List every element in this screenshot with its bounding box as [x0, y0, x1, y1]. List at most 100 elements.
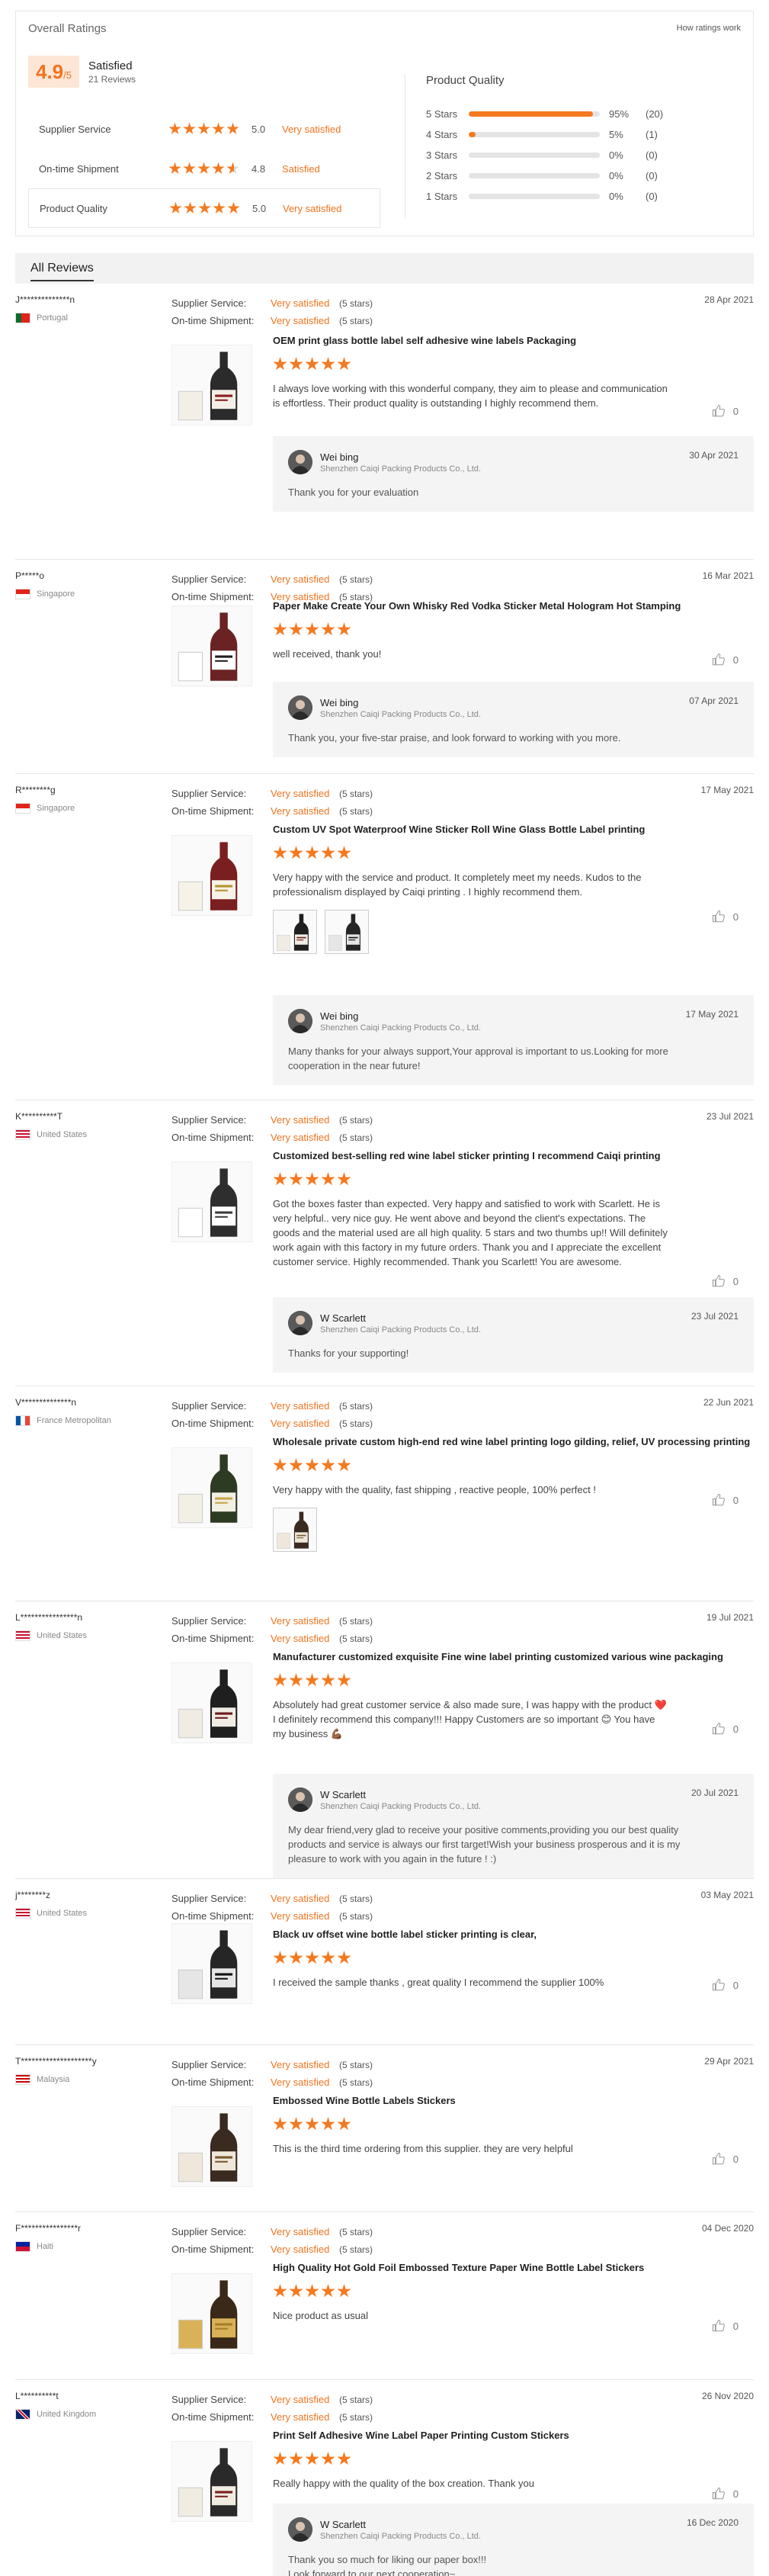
- supplier-reply: Wei bing Shenzhen Caiqi Packing Products …: [273, 682, 754, 757]
- rating-summary: 4.9/5 Satisfied 21 Reviews: [28, 56, 136, 88]
- reviewer-name: J**************n: [15, 294, 75, 305]
- supplier-service-label: Supplier Service:: [171, 1114, 247, 1126]
- product-image[interactable]: [171, 2441, 252, 2522]
- star-icon: [273, 2284, 287, 2298]
- product-image[interactable]: [171, 2106, 252, 2187]
- product-image[interactable]: [171, 1662, 252, 1743]
- flag-icon: [15, 2409, 30, 2420]
- distribution-bar-fill: [469, 111, 594, 117]
- star-icon: [289, 1951, 303, 1964]
- product-title-link[interactable]: Embossed Wine Bottle Labels Stickers: [273, 2094, 754, 2108]
- like-button[interactable]: 0: [712, 910, 739, 923]
- like-button[interactable]: 0: [712, 2319, 739, 2333]
- product-title-link[interactable]: Black uv offset wine bottle label sticke…: [273, 1928, 754, 1942]
- star-icon: [198, 201, 211, 214]
- country-name: Singapore: [37, 804, 75, 813]
- product-title-link[interactable]: Print Self Adhesive Wine Label Paper Pri…: [273, 2429, 754, 2443]
- on-time-shipment-value: Very satisfied: [271, 805, 330, 817]
- like-button[interactable]: 0: [712, 1493, 739, 1507]
- meta-row-supplier-service: Supplier Service: Very satisfied (5 stars): [171, 1612, 373, 1630]
- on-time-shipment-label: On-time Shipment:: [171, 1132, 255, 1143]
- reviewer-info: T********************y Malaysia: [15, 2056, 168, 2085]
- meta-row-on-time-shipment: On-time Shipment: Very satisfied (5 stars): [171, 2240, 373, 2258]
- meta-row-on-time-shipment: On-time Shipment: Very satisfied (5 stars): [171, 2073, 373, 2091]
- distribution-label: 1 Stars: [426, 191, 458, 202]
- how-ratings-work-link[interactable]: How ratings work: [677, 24, 741, 33]
- product-title-link[interactable]: Manufacturer customized exquisite Fine w…: [273, 1650, 754, 1664]
- thumbs-up-icon: [712, 404, 726, 418]
- star-icon: [305, 2284, 319, 2298]
- like-button[interactable]: 0: [712, 1274, 739, 1288]
- distribution-label: 3 Stars: [426, 149, 458, 161]
- like-button[interactable]: 0: [712, 1978, 739, 1992]
- reply-company: Shenzhen Caiqi Packing Products Co., Ltd…: [320, 1801, 481, 1811]
- country-name: Portugal: [37, 313, 68, 323]
- review-photo-thumbnail[interactable]: [273, 1508, 317, 1552]
- on-time-shipment-label: On-time Shipment:: [171, 2411, 255, 2423]
- star-icon: [337, 1458, 351, 1472]
- review-photo-thumbnail[interactable]: [325, 910, 369, 954]
- product-image[interactable]: [171, 605, 252, 686]
- reviewer-name: T********************y: [15, 2056, 97, 2067]
- star-icon: [337, 846, 351, 859]
- sub-rating-product-quality[interactable]: Product Quality 5.0 Very satisfied: [28, 188, 380, 228]
- thumbs-up-icon: [712, 653, 726, 666]
- like-button[interactable]: 0: [712, 2152, 739, 2166]
- thumbs-up-icon: [712, 2487, 726, 2501]
- review-date: 17 May 2021: [700, 785, 754, 795]
- distribution-count: (20): [646, 108, 664, 120]
- star-icon: [273, 1951, 287, 1964]
- supplier-service-stars-note: (5 stars): [339, 1114, 373, 1126]
- product-title-link[interactable]: Paper Make Create Your Own Whisky Red Vo…: [273, 599, 754, 613]
- on-time-shipment-stars-note: (5 stars): [339, 805, 373, 817]
- product-image[interactable]: [171, 1923, 252, 2004]
- review-meta: Supplier Service: Very satisfied (5 stars)…: [171, 294, 373, 329]
- reply-company: Shenzhen Caiqi Packing Products Co., Ltd…: [320, 1023, 481, 1033]
- review-text: I always love working with this wonderfu…: [273, 383, 668, 409]
- supplier-service-stars-note: (5 stars): [339, 2394, 373, 2405]
- like-count: 0: [732, 2153, 739, 2165]
- review-text: Absolutely had great customer service & …: [273, 1699, 667, 1739]
- supplier-service-label: Supplier Service:: [171, 1615, 247, 1627]
- product-image[interactable]: [171, 835, 252, 916]
- distribution-label: 2 Stars: [426, 170, 458, 181]
- product-image[interactable]: [171, 2273, 252, 2354]
- product-title-link[interactable]: High Quality Hot Gold Foil Embossed Text…: [273, 2261, 754, 2275]
- review-photo-thumbnail[interactable]: [273, 910, 317, 954]
- supplier-reply: W Scarlett Shenzhen Caiqi Packing Product…: [273, 2504, 754, 2576]
- product-title-link[interactable]: Customized best-selling red wine label s…: [273, 1149, 754, 1163]
- country-name: Singapore: [37, 589, 75, 599]
- product-title-link[interactable]: OEM print glass bottle label self adhesi…: [273, 334, 754, 348]
- product-image[interactable]: [171, 1161, 252, 1242]
- reviewer-info: V**************n France Metropolitan: [15, 1397, 168, 1426]
- tab-all-reviews[interactable]: All Reviews: [30, 262, 94, 281]
- product-image[interactable]: [171, 1447, 252, 1528]
- product-title-link[interactable]: Custom UV Spot Waterproof Wine Sticker R…: [273, 823, 754, 837]
- review-meta: Supplier Service: Very satisfied (5 stars)…: [171, 2223, 373, 2258]
- review-body: Embossed Wine Bottle Labels Stickers This…: [273, 2094, 754, 2156]
- product-image[interactable]: [171, 345, 252, 426]
- reply-text: Thank you so much for liking our paper b…: [288, 2554, 487, 2576]
- reviews-page: Overall Ratings How ratings work 4.9/5 S…: [0, 0, 769, 2576]
- supplier-reply: W Scarlett Shenzhen Caiqi Packing Product…: [273, 1774, 754, 1878]
- like-button[interactable]: 0: [712, 2487, 739, 2501]
- distribution-row: 3 Stars 0% (0): [426, 145, 746, 165]
- reviewer-country: France Metropolitan: [15, 1415, 168, 1426]
- like-count: 0: [732, 1494, 739, 1506]
- distribution-percent: 5%: [609, 129, 623, 140]
- star-icon: [321, 622, 335, 636]
- star-icon: [183, 162, 196, 174]
- like-count: 0: [732, 911, 739, 923]
- flag-icon: [15, 2241, 30, 2252]
- sub-rating-label: Supplier Service: [39, 123, 111, 135]
- meta-row-supplier-service: Supplier Service: Very satisfied (5 stars): [171, 294, 373, 312]
- like-button[interactable]: 0: [712, 1722, 739, 1736]
- star-icon: [305, 1172, 319, 1186]
- product-title-link[interactable]: Wholesale private custom high-end red wi…: [273, 1435, 754, 1449]
- review-body: Black uv offset wine bottle label sticke…: [273, 1928, 754, 1990]
- review-body: Manufacturer customized exquisite Fine w…: [273, 1650, 754, 1741]
- on-time-shipment-label: On-time Shipment:: [171, 805, 255, 817]
- review-item: K**********T United States Supplier Servic…: [15, 1100, 754, 1386]
- like-button[interactable]: 0: [712, 404, 739, 418]
- like-button[interactable]: 0: [712, 653, 739, 666]
